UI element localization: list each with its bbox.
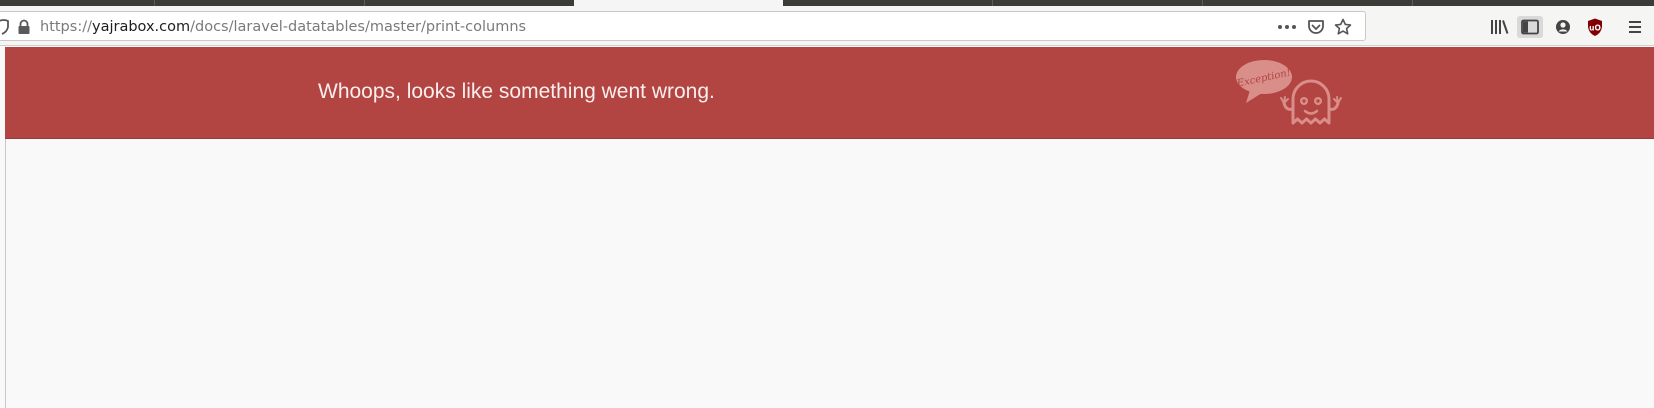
url-path: /docs/laravel-datatables/master/print-co… (190, 19, 527, 35)
library-icon[interactable] (1486, 16, 1512, 38)
shield-icon[interactable] (0, 19, 9, 35)
error-message: Whoops, looks like something went wrong. (318, 80, 715, 103)
address-bar[interactable]: https://yajrabox.com/docs/laravel-datata… (0, 11, 1366, 41)
page-content: Whoops, looks like something went wrong.… (0, 47, 1654, 408)
sidebar-icon[interactable] (1517, 16, 1543, 38)
exception-ghost-logo: Exception! (1235, 60, 1342, 125)
more-actions-icon[interactable] (1276, 18, 1298, 36)
error-banner: Whoops, looks like something went wrong.… (5, 47, 1654, 139)
svg-text:uO: uO (1589, 24, 1601, 33)
pocket-icon[interactable] (1305, 18, 1327, 36)
url-domain: yajrabox.com (91, 19, 191, 35)
hamburger-menu-icon[interactable] (1622, 16, 1648, 38)
url-text[interactable]: https://yajrabox.com/docs/laravel-datata… (40, 18, 526, 36)
ublock-icon[interactable]: uO (1582, 16, 1608, 38)
lock-icon[interactable] (17, 19, 31, 35)
navigation-toolbar: https://yajrabox.com/docs/laravel-datata… (0, 6, 1654, 46)
url-scheme: https:// (40, 19, 92, 35)
account-icon[interactable] (1550, 16, 1576, 38)
star-icon[interactable] (1332, 18, 1354, 36)
